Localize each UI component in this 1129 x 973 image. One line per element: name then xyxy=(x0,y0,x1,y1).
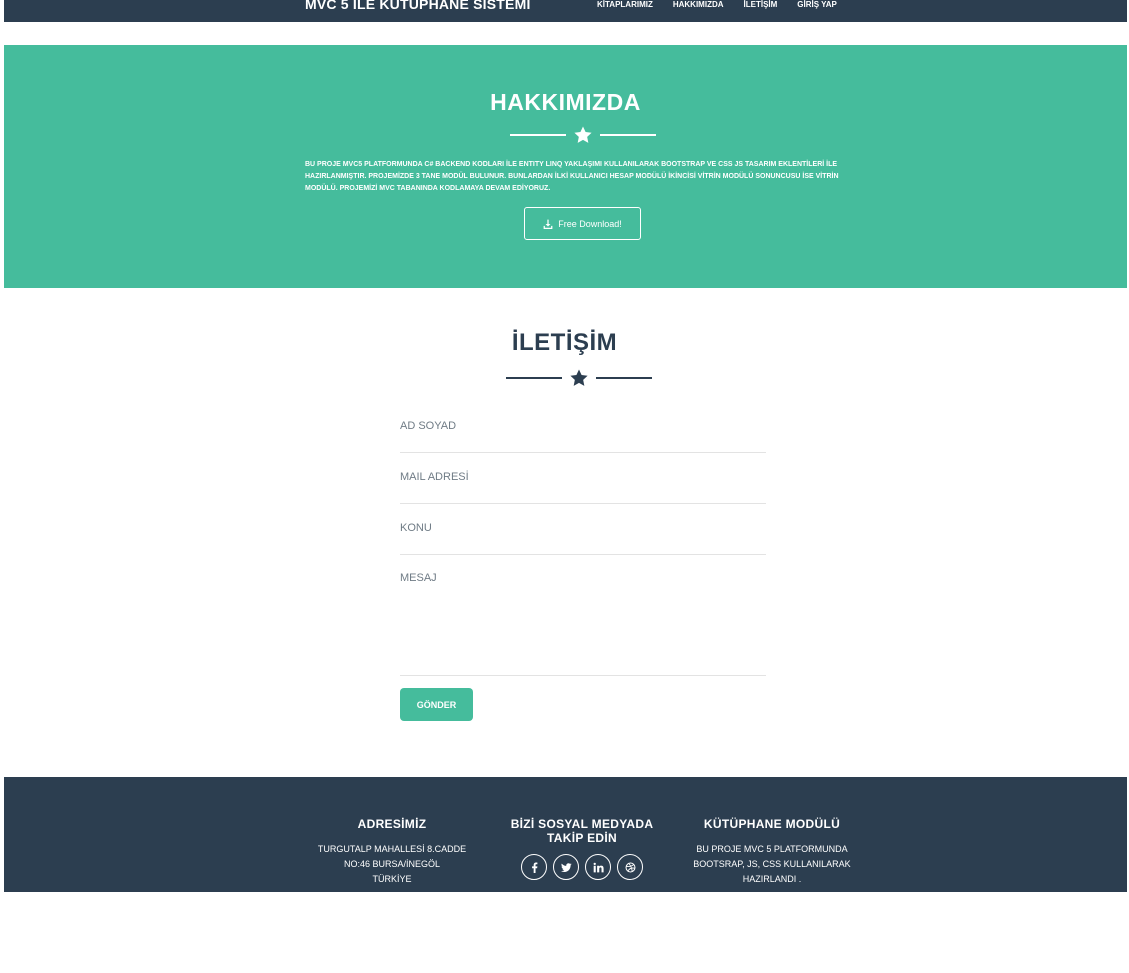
footer-module-title: KÜTÜPHANE MODÜLÜ xyxy=(703,817,841,831)
twitter-link[interactable] xyxy=(553,854,579,880)
footer: ADRESİMİZ TURGUTALP MAHALLESİ 8.CADDE NO… xyxy=(4,777,1127,892)
footer-module-text: BU PROJE MVC 5 PLATFORMUNDA BOOTSRAP, JS… xyxy=(687,842,857,887)
dribbble-icon xyxy=(625,862,635,872)
module-line: BOOTSRAP, JS, CSS KULLANILARAK xyxy=(693,859,851,869)
linkedin-link[interactable] xyxy=(585,854,611,880)
footer-address-text: TURGUTALP MAHALLESİ 8.CADDE NO:46 BURSA/… xyxy=(307,842,477,887)
about-divider xyxy=(510,125,656,145)
message-placeholder: MESAJ xyxy=(400,572,437,584)
module-line: BU PROJE MVC 5 PLATFORMUNDA xyxy=(696,844,848,854)
social-title-line: BİZİ SOSYAL MEDYADA xyxy=(510,817,654,831)
footer-address-title: ADRESİMİZ xyxy=(357,817,427,831)
name-placeholder: AD SOYAD xyxy=(400,420,457,432)
module-line: HAZIRLANDI . xyxy=(742,874,802,884)
about-section: HAKKIMIZDA BU PROJE MVC5 PLATFORMUNDA C#… xyxy=(4,45,1127,288)
address-line: TURGUTALP MAHALLESİ 8.CADDE xyxy=(317,844,467,854)
free-download-button[interactable]: Free Download! xyxy=(524,207,641,240)
email-field[interactable]: MAIL ADRESİ xyxy=(400,461,766,504)
free-download-label: Free Download! xyxy=(558,218,622,229)
social-links xyxy=(497,854,667,880)
email-placeholder: MAIL ADRESİ xyxy=(400,471,469,483)
contact-divider xyxy=(506,368,652,388)
social-title-line: TAKİP EDİN xyxy=(547,831,617,845)
name-field[interactable]: AD SOYAD xyxy=(400,410,766,453)
divider-line-left xyxy=(510,134,566,136)
nav-link-iletisim[interactable]: İLETİŞİM xyxy=(744,0,778,10)
contact-title: İLETİŞİM xyxy=(511,329,618,356)
subject-placeholder: KONU xyxy=(400,522,432,534)
footer-social-title: BİZİ SOSYAL MEDYADA TAKİP EDİN xyxy=(497,817,667,845)
nav-links: KİTAPLARIMIZ HAKKIMIZDA İLETİŞİM GİRİŞ Y… xyxy=(597,0,837,10)
nav-link-kitaplarimiz[interactable]: KİTAPLARIMIZ xyxy=(597,0,653,10)
about-text: BU PROJE MVC5 PLATFORMUNDA C# BACKEND KO… xyxy=(305,161,839,192)
dribbble-link[interactable] xyxy=(617,854,643,880)
nav-link-hakkimizda[interactable]: HAKKIMIZDA xyxy=(673,0,724,10)
nav-link-giris-yap[interactable]: GİRİŞ YAP xyxy=(797,0,837,10)
footer-social-column: BİZİ SOSYAL MEDYADA TAKİP EDİN xyxy=(497,817,667,880)
facebook-link[interactable] xyxy=(521,854,547,880)
address-line: TÜRKİYE xyxy=(372,874,412,884)
brand-title[interactable]: MVC 5 İLE KÜTÜPHANE SİSTEMİ xyxy=(305,0,531,12)
divider-line-right xyxy=(600,134,656,136)
address-line: NO:46 BURSA/İNEGÖL xyxy=(343,859,441,869)
subject-field[interactable]: KONU xyxy=(400,512,766,555)
footer-module-column: KÜTÜPHANE MODÜLÜ BU PROJE MVC 5 PLATFORM… xyxy=(687,817,857,887)
twitter-icon xyxy=(560,862,572,872)
top-navbar: MVC 5 İLE KÜTÜPHANE SİSTEMİ KİTAPLARIMIZ… xyxy=(4,0,1127,22)
about-title: HAKKIMIZDA xyxy=(490,89,641,115)
divider-line-left xyxy=(506,377,562,379)
linkedin-icon xyxy=(593,862,604,872)
facebook-icon xyxy=(531,862,537,873)
download-icon xyxy=(543,219,553,229)
star-icon xyxy=(574,126,592,143)
divider-line-right xyxy=(596,377,652,379)
message-textarea[interactable]: MESAJ xyxy=(400,563,766,676)
footer-address-column: ADRESİMİZ TURGUTALP MAHALLESİ 8.CADDE NO… xyxy=(307,817,477,887)
star-icon xyxy=(570,369,588,386)
send-button[interactable]: GÖNDER xyxy=(400,688,473,721)
